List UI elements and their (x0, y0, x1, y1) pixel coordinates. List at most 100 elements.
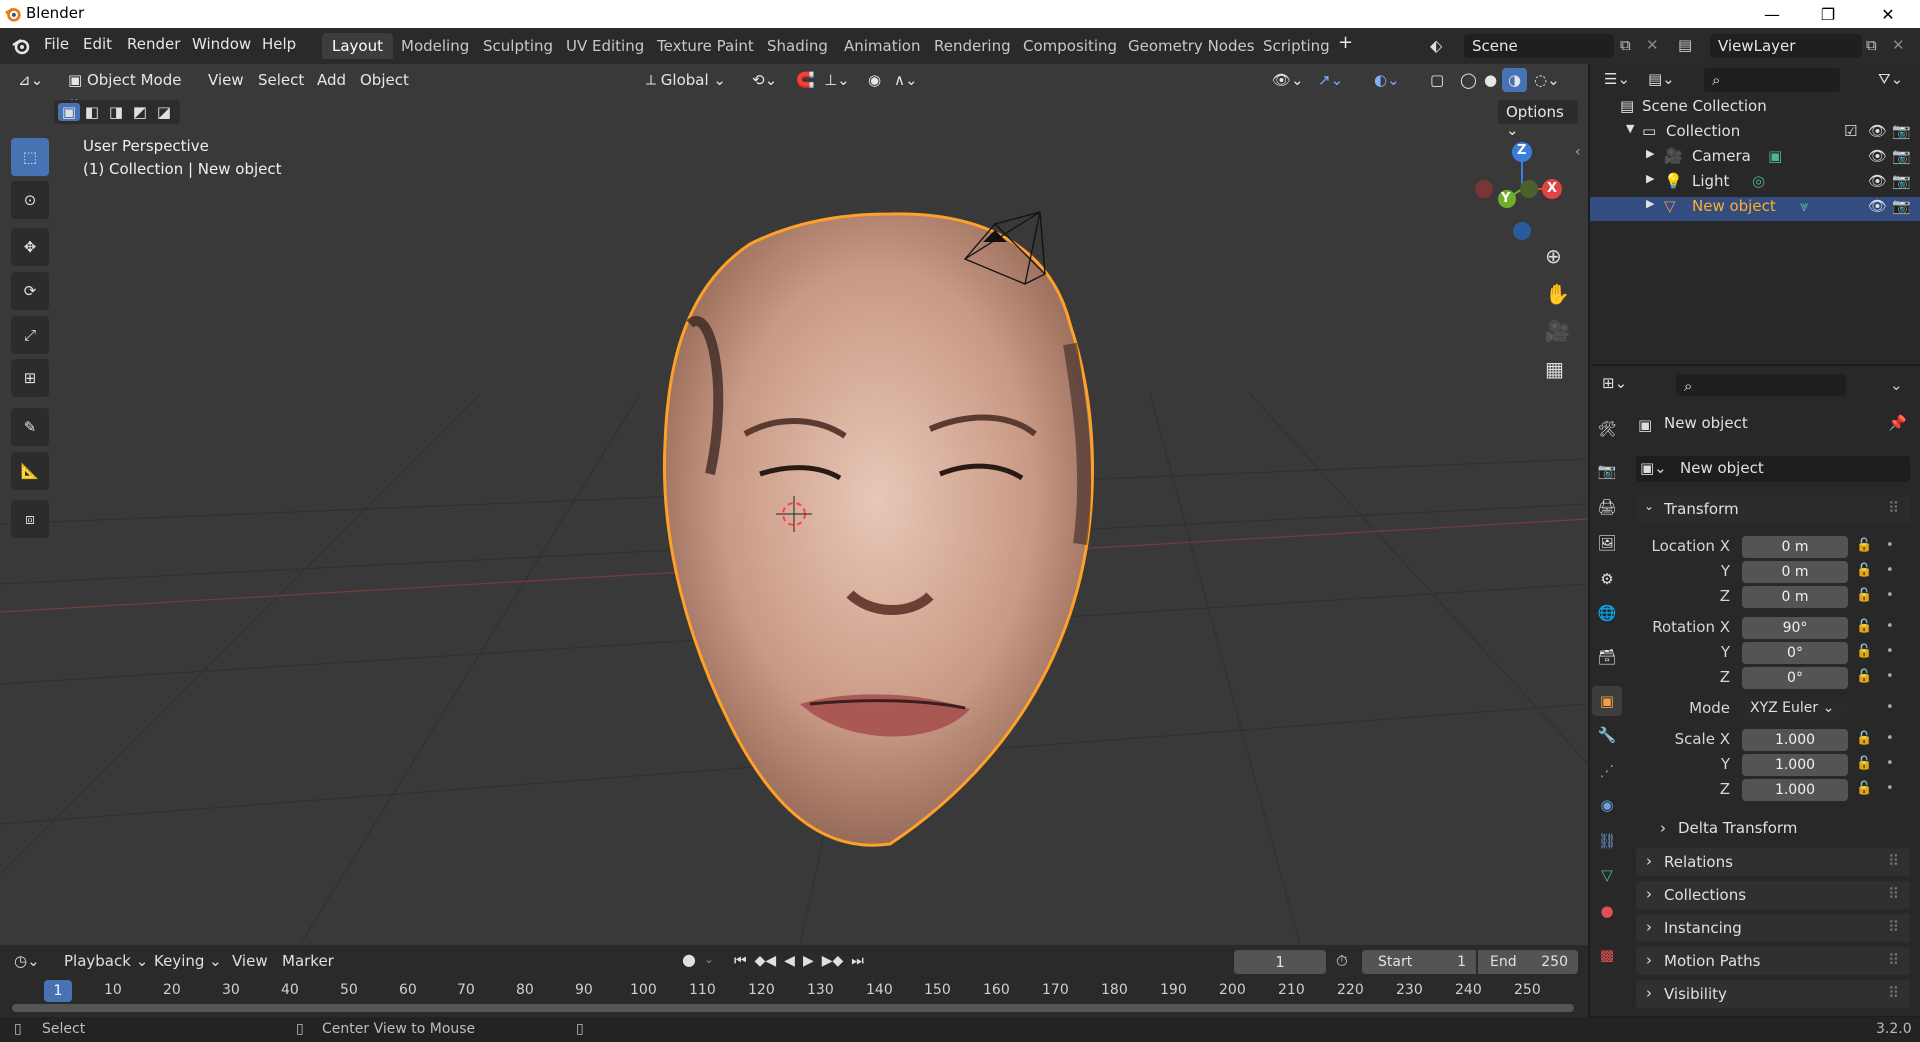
keyframe-dot-icon[interactable]: • (1886, 563, 1894, 578)
expand-icon[interactable]: ▼ (1626, 122, 1634, 135)
menu-file[interactable]: File (44, 35, 69, 53)
tool-tab[interactable]: 🛠 (1592, 414, 1622, 444)
record-keyframe-icon[interactable]: ● (682, 950, 696, 969)
delete-scene-icon[interactable]: ✕ (1646, 36, 1659, 54)
timeline-menu-keying[interactable]: Keying ⌄ (154, 952, 222, 970)
snap-icon[interactable]: 🧲 (790, 68, 821, 92)
next-keyframe-icon[interactable]: ▶◆ (822, 953, 844, 969)
scene-selector-icon[interactable]: ⬖ (1430, 36, 1442, 55)
jump-end-icon[interactable]: ⏭ (851, 953, 864, 969)
lock-icon[interactable]: 🔓 (1856, 538, 1872, 553)
new-view-layer-icon[interactable]: ⧉ (1866, 36, 1877, 54)
overlays-icon[interactable]: ◐⌄ (1368, 68, 1406, 92)
menu-edit[interactable]: Edit (83, 35, 112, 53)
object-name-field[interactable]: ▣⌄ New object (1636, 456, 1910, 482)
keyframe-dot-icon[interactable]: • (1886, 731, 1894, 746)
cursor-tool[interactable]: ⊙ (11, 181, 49, 219)
tab-scripting[interactable]: Scripting (1253, 33, 1340, 59)
material-shading-icon[interactable]: ◑ (1502, 68, 1528, 92)
outliner-collection[interactable]: ▼ ▭ Collection ☑ 👁 📷 (1590, 122, 1920, 146)
lock-icon[interactable]: 🔓 (1856, 588, 1872, 603)
current-frame-field[interactable]: 1 (1234, 950, 1326, 974)
start-frame-field[interactable]: Start 1 (1362, 950, 1476, 974)
tab-geometry-nodes[interactable]: Geometry Nodes (1118, 33, 1265, 59)
menu-help[interactable]: Help (262, 35, 296, 53)
eye-icon[interactable]: 👁 (1868, 197, 1887, 215)
object-browse-icon[interactable]: ▣⌄ (1640, 459, 1667, 477)
view-layer-field[interactable]: ViewLayer (1710, 34, 1862, 58)
object-tab[interactable]: ▣ (1592, 686, 1622, 716)
keyframe-dot-icon[interactable]: • (1886, 700, 1894, 715)
delete-view-layer-icon[interactable]: ✕ (1892, 36, 1905, 54)
tab-uv-editing[interactable]: UV Editing (556, 33, 654, 59)
tab-compositing[interactable]: Compositing (1013, 33, 1127, 59)
eye-icon[interactable]: 👁 (1868, 172, 1887, 190)
move-tool[interactable]: ✥ (11, 228, 49, 266)
new-scene-icon[interactable]: ⧉ (1620, 36, 1631, 54)
rendered-shading-icon[interactable]: ◌⌄ (1528, 68, 1566, 92)
camera-restrict-icon[interactable]: 📷 (1892, 197, 1911, 215)
visibility-icon[interactable]: 👁⌄ (1266, 68, 1310, 92)
viewport-menu-add[interactable]: Add (311, 68, 352, 92)
keyframe-dot-icon[interactable]: • (1886, 644, 1894, 659)
play-icon[interactable]: ▶ (803, 953, 814, 969)
timeline-editor-icon[interactable]: ◷⌄ (14, 952, 40, 970)
end-frame-field[interactable]: End 250 (1478, 950, 1578, 974)
viewport-menu-object[interactable]: Object (354, 68, 415, 92)
playhead-frame-indicator[interactable]: 1 (44, 980, 72, 1002)
tab-shading[interactable]: Shading (757, 33, 838, 59)
rotation-z-field[interactable]: 0° (1742, 667, 1848, 689)
ortho-grid-icon[interactable]: ▦ (1545, 357, 1564, 381)
face-mesh-object[interactable] (650, 144, 1150, 864)
scale-tool[interactable]: ⤢ (11, 316, 49, 354)
modifier-tab[interactable]: 🔧 (1592, 720, 1622, 750)
drag-handle-icon[interactable]: ⠿ (1888, 984, 1899, 1002)
menu-render[interactable]: Render (127, 35, 180, 53)
keyframe-dot-icon[interactable]: • (1886, 619, 1894, 634)
rotation-x-field[interactable]: 90° (1742, 617, 1848, 639)
view-layer-icon[interactable]: ▤ (1678, 36, 1692, 54)
pivot-point-icon[interactable]: ⟲⌄ (746, 68, 783, 92)
rotation-mode-dropdown[interactable]: XYZ Euler ⌄ (1742, 698, 1848, 720)
keyframe-dot-icon[interactable]: • (1886, 781, 1894, 796)
material-tab[interactable]: ● (1592, 896, 1622, 926)
solid-shading-icon[interactable]: ● (1478, 68, 1503, 92)
sidebar-toggle-icon[interactable]: ‹ (1575, 144, 1581, 160)
keyframe-dot-icon[interactable]: • (1886, 669, 1894, 684)
tab-sculpting[interactable]: Sculpting (473, 33, 563, 59)
drag-handle-icon[interactable]: ⠿ (1888, 852, 1899, 870)
lock-icon[interactable]: 🔓 (1856, 781, 1872, 796)
properties-search-input[interactable]: ⌕ (1676, 374, 1846, 396)
zoom-icon[interactable]: ⊕ (1545, 244, 1562, 268)
rotate-tool[interactable]: ⟳ (11, 272, 49, 310)
drag-handle-icon[interactable]: ⠿ (1888, 885, 1899, 903)
scene-tab[interactable]: ⚙ (1592, 564, 1622, 594)
mode-dropdown[interactable]: ▣ Object Mode ⌄ (60, 68, 192, 107)
tab-rendering[interactable]: Rendering (924, 33, 1021, 59)
stopwatch-icon[interactable]: ⏱ (1336, 952, 1348, 970)
camera-object[interactable] (955, 204, 1055, 294)
rotation-y-field[interactable]: 0° (1742, 642, 1848, 664)
keyframe-dot-icon[interactable]: • (1886, 756, 1894, 771)
select-invert-icon[interactable]: ◩ (128, 103, 152, 121)
falloff-icon[interactable]: ∧⌄ (888, 68, 924, 92)
camera-view-icon[interactable]: 🎥 (1545, 319, 1570, 343)
measure-tool[interactable]: 📐 (11, 452, 49, 490)
render-tab[interactable]: 📷 (1592, 456, 1622, 486)
lock-icon[interactable]: 🔓 (1856, 669, 1872, 684)
scene-field[interactable]: Scene (1464, 34, 1614, 58)
world-tab[interactable]: 🌐 (1592, 598, 1622, 628)
tab-layout[interactable]: Layout (322, 33, 393, 59)
select-box-tool[interactable]: ⬚ (11, 138, 49, 176)
camera-restrict-icon[interactable]: 📷 (1892, 122, 1911, 140)
editor-type-icon[interactable]: ⊿⌄ (12, 68, 49, 92)
tab-modeling[interactable]: Modeling (391, 33, 479, 59)
annotate-tool[interactable]: ✎ (11, 408, 49, 446)
add-workspace-icon[interactable]: + (1338, 32, 1353, 53)
maximize-button[interactable]: ❐ (1800, 0, 1856, 28)
instancing-panel-header[interactable]: › Instancing ⠿ (1636, 914, 1910, 942)
location-z-field[interactable]: 0 m (1742, 586, 1848, 608)
pin-icon[interactable]: 📌 (1888, 414, 1907, 432)
transform-panel-header[interactable]: ⌄ Transform ⠿ (1636, 495, 1910, 523)
data-tab[interactable]: ▽ (1592, 860, 1622, 890)
